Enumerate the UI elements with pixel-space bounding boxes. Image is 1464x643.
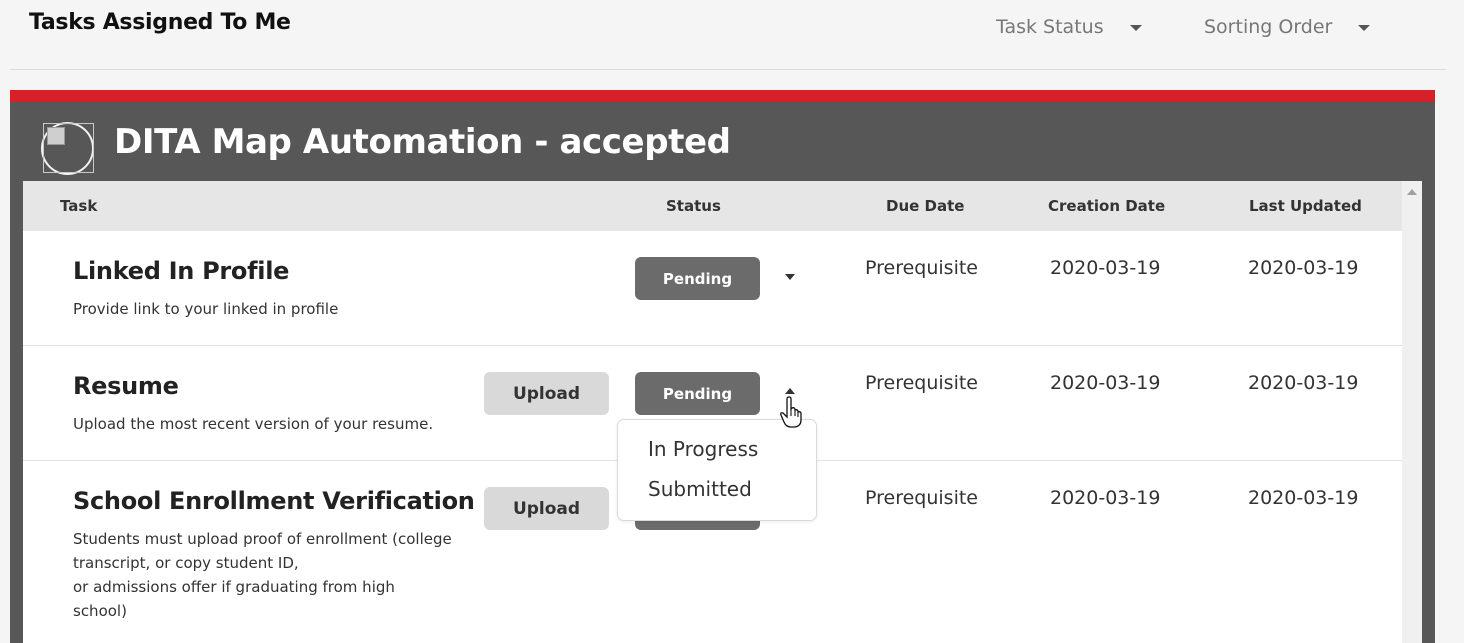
due-date: Prerequisite — [865, 487, 978, 509]
task-title: School Enrollment Verification — [73, 487, 475, 515]
creation-date: 2020-03-19 — [1050, 487, 1161, 509]
sorting-order-filter[interactable]: Sorting Order — [1204, 16, 1371, 38]
page: Tasks Assigned To Me Task Status Sorting… — [0, 0, 1464, 643]
status-button[interactable]: Pending — [635, 257, 760, 300]
last-updated: 2020-03-19 — [1248, 257, 1359, 279]
column-header-creation-date: Creation Date — [1048, 197, 1166, 215]
column-header-status: Status — [666, 197, 721, 215]
description-line: school) — [73, 602, 127, 620]
task-table: Task Status Due Date Creation Date Last … — [23, 181, 1422, 643]
accent-strip — [10, 90, 1435, 102]
table-header: Task Status Due Date Creation Date Last … — [23, 181, 1402, 231]
upload-button[interactable]: Upload — [484, 372, 609, 415]
dropdown-option-in-progress[interactable]: In Progress — [648, 437, 758, 461]
task-title: Linked In Profile — [73, 257, 290, 285]
status-dropdown-menu: In Progress Submitted — [617, 419, 817, 521]
last-updated: 2020-03-19 — [1248, 372, 1359, 394]
column-header-due-date: Due Date — [886, 197, 965, 215]
upload-button[interactable]: Upload — [484, 487, 609, 530]
chevron-down-icon[interactable] — [785, 274, 795, 280]
scrollbar[interactable] — [1402, 181, 1422, 643]
description-line: transcript, or copy student ID, — [73, 554, 299, 572]
dropdown-option-submitted[interactable]: Submitted — [648, 477, 752, 501]
project-panel: DITA Map Automation - accepted Task Stat… — [10, 102, 1435, 643]
table-row: Linked In Profile Provide link to your l… — [23, 231, 1402, 346]
scroll-up-arrow-icon[interactable] — [1407, 189, 1417, 195]
description-line: or admissions offer if graduating from h… — [73, 578, 395, 596]
column-header-last-updated: Last Updated — [1249, 197, 1362, 215]
page-title: Tasks Assigned To Me — [29, 10, 291, 35]
broken-image-icon — [43, 123, 94, 173]
task-description: Upload the most recent version of your r… — [73, 415, 434, 433]
task-description: Provide link to your linked in profile — [73, 300, 339, 318]
chevron-down-icon — [1129, 25, 1142, 31]
description-line: Students must upload proof of enrollment… — [73, 530, 452, 548]
task-status-filter[interactable]: Task Status — [996, 16, 1142, 38]
top-bar: Tasks Assigned To Me Task Status Sorting… — [10, 0, 1446, 70]
task-status-filter-label: Task Status — [996, 16, 1104, 38]
chevron-down-icon — [1358, 25, 1371, 31]
creation-date: 2020-03-19 — [1050, 257, 1161, 279]
due-date: Prerequisite — [865, 372, 978, 394]
status-button[interactable]: Pending — [635, 372, 760, 415]
project-title: DITA Map Automation - accepted — [114, 122, 731, 162]
task-title: Resume — [73, 372, 179, 400]
chevron-up-icon[interactable] — [785, 388, 795, 394]
sorting-order-filter-label: Sorting Order — [1204, 16, 1333, 38]
hand-pointer-cursor-icon — [780, 396, 802, 428]
due-date: Prerequisite — [865, 257, 978, 279]
column-header-task: Task — [60, 197, 98, 215]
task-description: Students must upload proof of enrollment… — [73, 527, 483, 623]
last-updated: 2020-03-19 — [1248, 487, 1359, 509]
creation-date: 2020-03-19 — [1050, 372, 1161, 394]
